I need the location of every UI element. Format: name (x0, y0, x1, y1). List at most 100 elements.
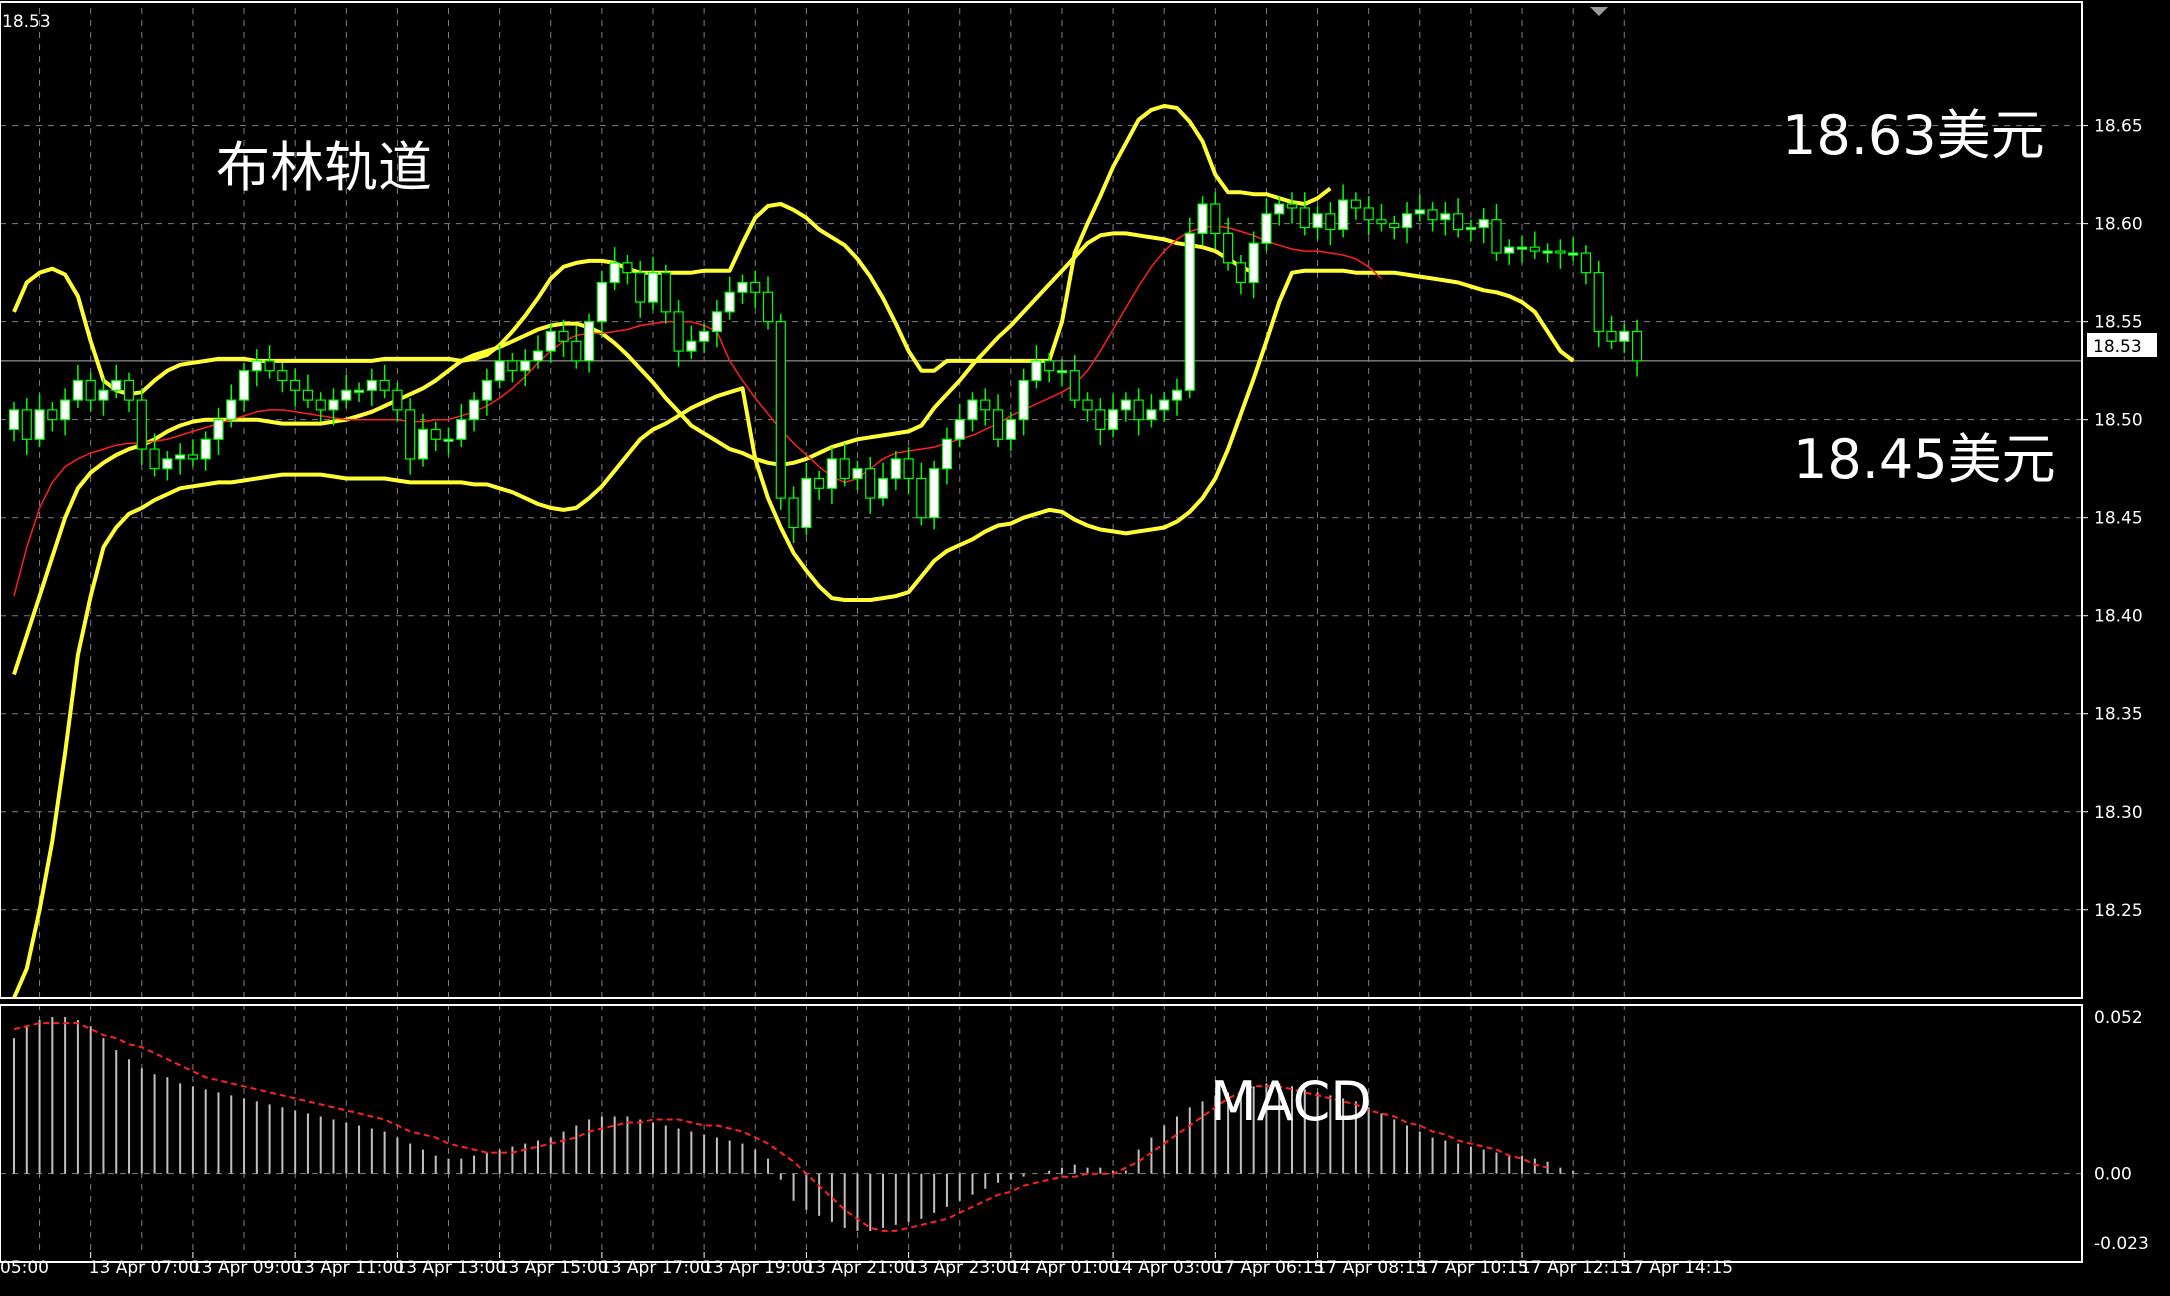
bull-candle-body (1312, 213, 1323, 229)
bear-candle-body (1580, 252, 1592, 274)
bull-candle-body (1465, 226, 1477, 231)
bull-candle-body (1005, 419, 1016, 440)
bear-candle-body (1376, 219, 1387, 225)
price-tick-label: 18.55 (2094, 313, 2143, 333)
time-tick-label: 13 Apr 23:00 (907, 1258, 1018, 1278)
macd-tick-label: -0.023 (2094, 1234, 2149, 1254)
bear-candle-body (571, 340, 582, 362)
time-tick-label: 17 Apr 10:15 (1418, 1258, 1529, 1278)
bull-candle-body (877, 477, 889, 499)
bull-candle-body (353, 389, 365, 393)
bear-candle-body (1363, 207, 1374, 221)
bull-candle-body (328, 399, 339, 411)
bull-candle-body (545, 330, 556, 352)
bull-candle-body (699, 330, 710, 342)
upper-band-annotation: 18.63美元 (1782, 104, 2045, 167)
bear-candle-body (302, 389, 314, 401)
bear-candle-body (430, 428, 441, 440)
bull-candle-body (967, 399, 978, 421)
bull-candle-body (443, 438, 454, 442)
bull-candle-body (686, 340, 697, 352)
bear-candle-body (1325, 213, 1336, 231)
bear-candle-body (1555, 250, 1566, 254)
bear-candle-body (21, 409, 32, 440)
bear-candle-body (1606, 330, 1617, 342)
bear-candle-body (992, 409, 1004, 440)
bull-candle-body (1414, 209, 1425, 215)
bull-candle-body (929, 468, 940, 519)
bear-candle-body (290, 379, 301, 391)
time-tick-label: 17 Apr 12:15 (1520, 1258, 1631, 1278)
macd-tick-label: 0.00 (2094, 1165, 2132, 1185)
bear-candle-body (762, 291, 774, 323)
bear-candle-body (1095, 409, 1106, 431)
bull-candle-body (111, 379, 122, 391)
chart-title: 布林轨道 (216, 136, 432, 199)
price-tick-label: 18.50 (2094, 411, 2143, 431)
bull-candle-body (1568, 252, 1579, 256)
bull-candle-body (72, 379, 84, 401)
price-tick-label: 18.35 (2094, 705, 2143, 725)
bull-candle-body (8, 409, 20, 431)
bull-candle-body (1018, 379, 1029, 421)
bull-candle-body (1107, 409, 1119, 431)
bear-candle-body (1593, 272, 1604, 333)
price-tick-label: 18.60 (2094, 215, 2143, 235)
bear-candle-body (123, 379, 135, 401)
bull-candle-body (238, 370, 250, 401)
bear-candle-body (1082, 399, 1093, 411)
time-tick-label: 13 Apr 09:00 (191, 1258, 302, 1278)
bear-candle-body (1350, 199, 1362, 209)
bear-candle-body (916, 477, 927, 519)
bear-candle-body (405, 409, 416, 460)
bull-candle-body (1401, 213, 1413, 229)
bull-candle-body (532, 350, 544, 362)
bull-candle-body (226, 399, 237, 421)
bear-candle-body (788, 497, 799, 529)
bear-candle-body (315, 399, 326, 411)
bull-candle-body (34, 409, 45, 440)
time-tick-label: 14 Apr 03:00 (1111, 1258, 1222, 1278)
bull-candle-body (162, 458, 173, 470)
bear-candle-body (1529, 246, 1540, 252)
bull-candle-body (341, 389, 352, 401)
bear-candle-body (149, 448, 160, 470)
bear-candle-body (379, 379, 390, 391)
bull-candle-body (826, 458, 838, 489)
bull-candle-body (954, 419, 965, 440)
bear-candle-body (1491, 219, 1502, 254)
bear-candle-body (1222, 232, 1234, 264)
bear-candle-body (865, 468, 876, 499)
bear-candle-body (673, 311, 684, 352)
candlestick (1184, 217, 1195, 399)
bear-candle-body (1299, 207, 1310, 229)
bull-candle-body (583, 321, 595, 362)
bull-candle-body (366, 379, 377, 391)
bear-candle-body (1133, 399, 1144, 421)
time-tick-label: 13 Apr 11:00 (293, 1258, 404, 1278)
forex-chart-window[interactable]: 18.65 18.60 18.55 18.50 18.45 18.40 18.35 18.30… (0, 0, 2170, 1296)
bull-candle-body (481, 379, 492, 401)
bull-candle-body (468, 399, 480, 421)
current-price-label: 18.53 (2093, 337, 2142, 357)
bull-candle-body (1171, 389, 1183, 401)
bull-candle-body (596, 281, 607, 323)
bear-candle-body (775, 321, 786, 499)
bull-candle-body (724, 291, 735, 313)
bear-candle-body (1069, 370, 1080, 401)
bear-candle-body (187, 454, 199, 460)
bear-candle-body (507, 360, 518, 372)
bull-candle-body (609, 262, 620, 284)
bull-candle-body (200, 438, 211, 460)
bear-candle-body (839, 458, 850, 480)
bull-candle-body (852, 468, 863, 480)
bear-candle-body (635, 272, 646, 303)
bull-candle-body (737, 281, 748, 293)
bull-candle-body (494, 360, 505, 382)
time-tick-label: 17 Apr 14:15 (1622, 1258, 1733, 1278)
bear-candle-body (1427, 209, 1438, 221)
chart-canvas[interactable]: 18.65 18.60 18.55 18.50 18.45 18.40 18.35 18.30… (0, 0, 2170, 1296)
bull-candle-body (213, 419, 224, 440)
price-tick-label: 18.65 (2094, 117, 2143, 137)
bull-candle-body (1440, 213, 1451, 221)
